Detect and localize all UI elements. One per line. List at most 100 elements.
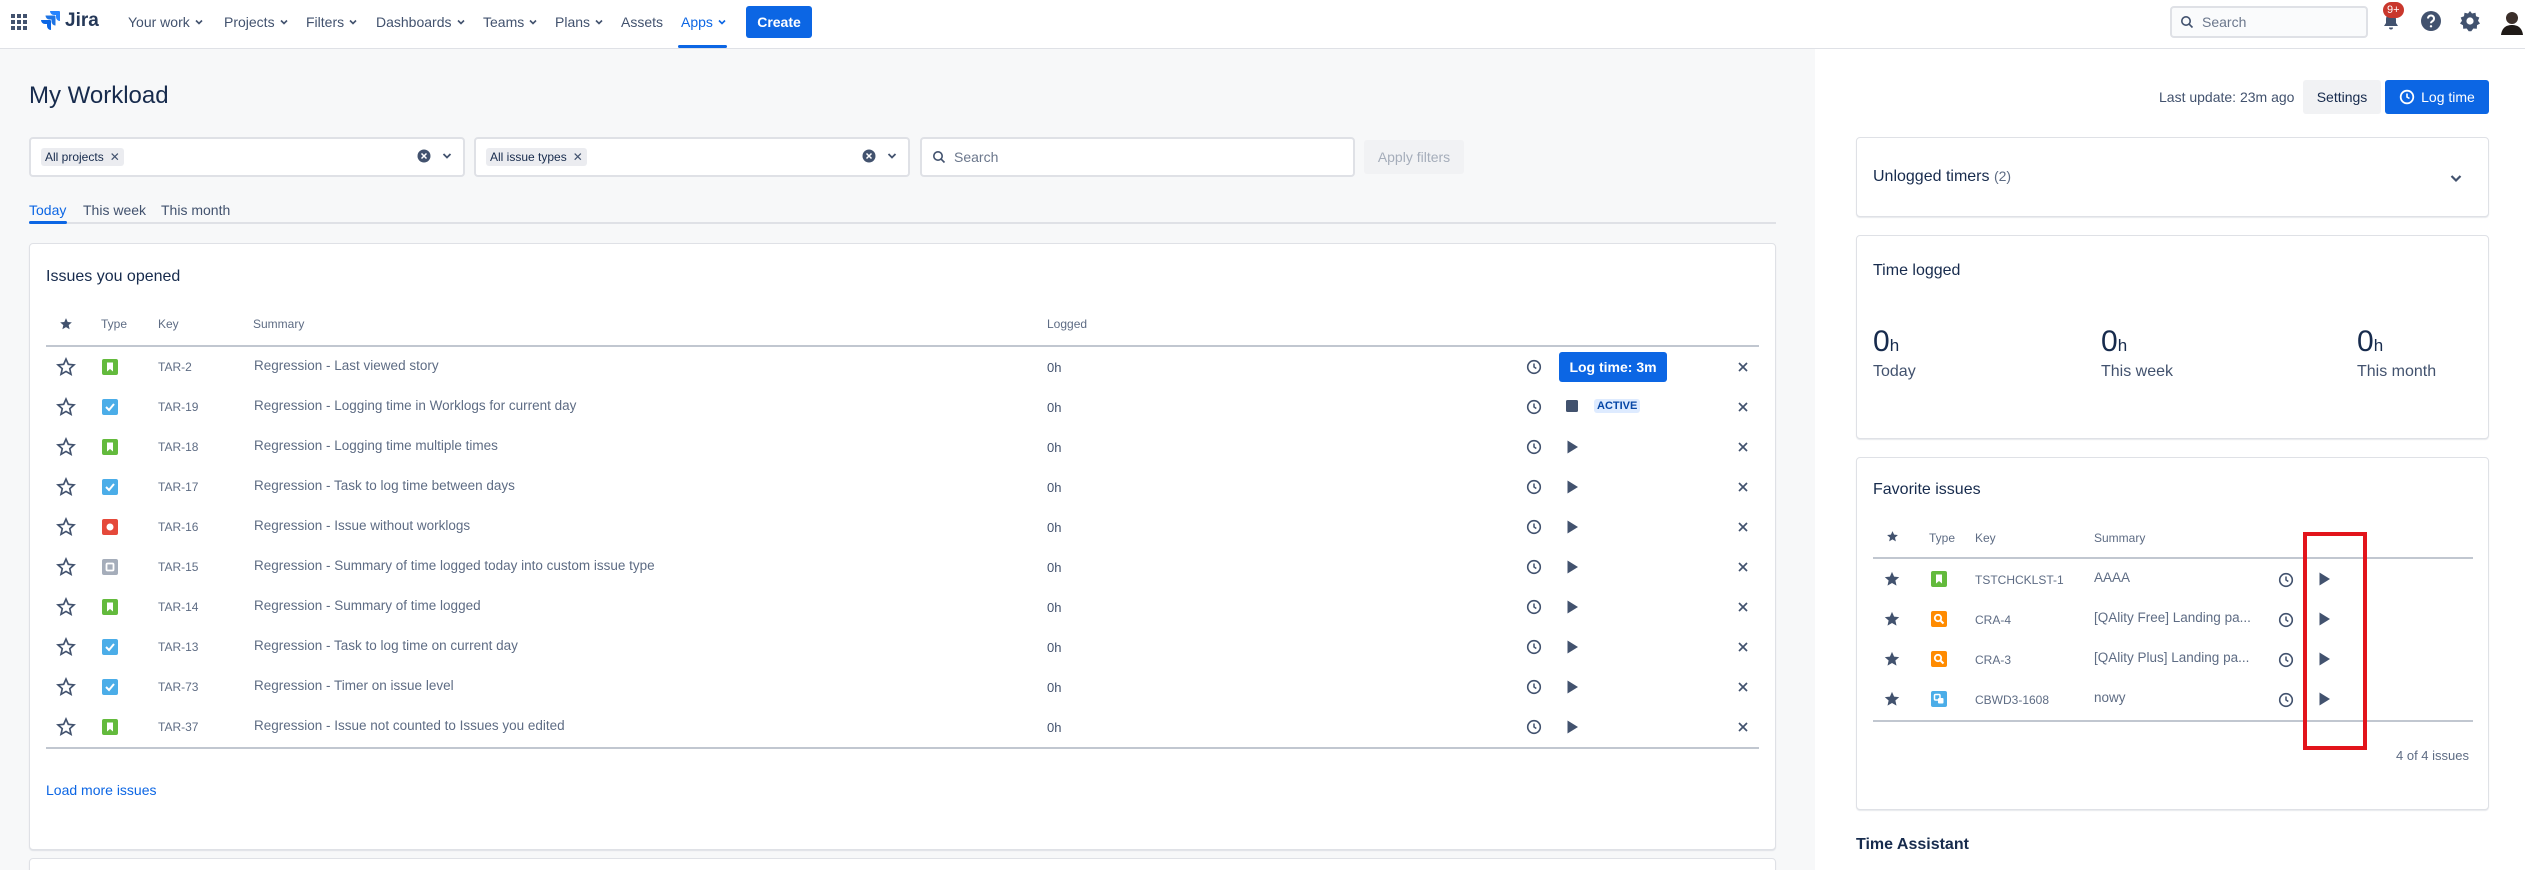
issue-summary[interactable]: Regression - Summary of time logged toda… — [254, 558, 655, 573]
remove-icon[interactable] — [1737, 441, 1749, 453]
issue-key[interactable]: CRA-3 — [1975, 653, 2011, 667]
global-search-input[interactable]: Search — [2170, 6, 2368, 38]
issue-key[interactable]: TAR-19 — [158, 400, 198, 414]
remove-icon[interactable] — [1737, 481, 1749, 493]
clock-icon[interactable] — [1526, 479, 1542, 495]
clock-icon[interactable] — [2278, 612, 2294, 628]
nav-dashboards[interactable]: Dashboards — [376, 0, 466, 44]
star-icon[interactable] — [56, 397, 76, 417]
tab-this-week[interactable]: This week — [83, 202, 146, 218]
log-time-button[interactable]: Log time — [2385, 80, 2489, 114]
issue-summary[interactable]: Regression - Task to log time between da… — [254, 478, 515, 493]
issue-summary[interactable]: Regression - Summary of time logged — [254, 598, 481, 613]
issue-summary[interactable]: AAAA — [2094, 570, 2130, 585]
play-timer-icon[interactable] — [1564, 599, 1580, 615]
avatar[interactable] — [2499, 9, 2525, 35]
issue-key[interactable]: TSTCHCKLST-1 — [1975, 573, 2064, 587]
project-filter-select[interactable]: All projects ✕ — [29, 137, 465, 177]
issue-key[interactable]: TAR-16 — [158, 520, 198, 534]
issue-key[interactable]: CRA-4 — [1975, 613, 2011, 627]
star-icon[interactable] — [1883, 650, 1901, 668]
jira-logo[interactable]: Jira — [40, 10, 99, 32]
settings-button[interactable]: Settings — [2303, 80, 2381, 114]
settings-gear-icon[interactable] — [2459, 10, 2481, 32]
apply-filters-button[interactable]: Apply filters — [1364, 140, 1464, 174]
play-timer-icon[interactable] — [1564, 559, 1580, 575]
nav-apps[interactable]: Apps — [681, 0, 727, 44]
star-icon[interactable] — [56, 597, 76, 617]
issue-summary[interactable]: Regression - Logging time in Worklogs fo… — [254, 398, 576, 413]
clock-icon[interactable] — [1526, 559, 1542, 575]
issue-key[interactable]: CBWD3-1608 — [1975, 693, 2049, 707]
star-icon[interactable] — [1883, 610, 1901, 628]
clock-icon[interactable] — [2278, 652, 2294, 668]
issue-key[interactable]: TAR-2 — [158, 360, 192, 374]
issue-summary[interactable]: Regression - Logging time multiple times — [254, 438, 498, 453]
load-more-issues-link[interactable]: Load more issues — [46, 782, 157, 798]
app-switcher-icon[interactable] — [10, 13, 28, 31]
play-timer-icon[interactable] — [1564, 679, 1580, 695]
issue-summary[interactable]: nowy — [2094, 690, 2126, 705]
clear-icon[interactable] — [417, 149, 431, 163]
play-timer-icon[interactable] — [1564, 479, 1580, 495]
issue-key[interactable]: TAR-13 — [158, 640, 198, 654]
clock-icon[interactable] — [1526, 679, 1542, 695]
clock-icon[interactable] — [1526, 399, 1542, 415]
remove-icon[interactable] — [1737, 721, 1749, 733]
star-icon[interactable] — [56, 677, 76, 697]
star-icon[interactable] — [56, 437, 76, 457]
play-timer-icon[interactable] — [1564, 439, 1580, 455]
star-icon[interactable] — [56, 357, 76, 377]
log-time-3m-button[interactable]: Log time: 3m — [1559, 352, 1667, 382]
play-timer-icon[interactable] — [1564, 639, 1580, 655]
issuetype-filter-select[interactable]: All issue types ✕ — [474, 137, 910, 177]
issue-key[interactable]: TAR-18 — [158, 440, 198, 454]
issue-summary[interactable]: Regression - Issue not counted to Issues… — [254, 718, 565, 733]
clock-icon[interactable] — [1526, 359, 1542, 375]
clock-icon[interactable] — [1526, 519, 1542, 535]
remove-icon[interactable] — [1737, 681, 1749, 693]
play-timer-icon[interactable] — [1564, 519, 1580, 535]
issue-key[interactable]: TAR-73 — [158, 680, 198, 694]
clock-icon[interactable] — [2278, 572, 2294, 588]
issue-key[interactable]: TAR-14 — [158, 600, 198, 614]
issue-summary[interactable]: Regression - Timer on issue level — [254, 678, 454, 693]
play-timer-icon[interactable] — [1564, 719, 1580, 735]
remove-icon[interactable] — [1737, 561, 1749, 573]
issue-key[interactable]: TAR-17 — [158, 480, 198, 494]
nav-assets[interactable]: Assets — [621, 0, 663, 44]
star-icon[interactable] — [1883, 690, 1901, 708]
issue-summary[interactable]: [QAlity Free] Landing pa... — [2094, 610, 2251, 625]
star-icon[interactable] — [56, 517, 76, 537]
clear-icon[interactable] — [862, 149, 876, 163]
tab-today[interactable]: Today — [29, 202, 66, 218]
star-icon[interactable] — [56, 717, 76, 737]
clock-icon[interactable] — [1526, 639, 1542, 655]
remove-icon[interactable] — [1737, 521, 1749, 533]
clock-icon[interactable] — [2278, 692, 2294, 708]
project-chip[interactable]: All projects ✕ — [41, 148, 124, 166]
issue-summary[interactable]: Regression - Task to log time on current… — [254, 638, 518, 653]
issue-key[interactable]: TAR-15 — [158, 560, 198, 574]
star-icon[interactable] — [1883, 570, 1901, 588]
issue-summary[interactable]: [QAlity Plus] Landing pa... — [2094, 650, 2249, 665]
star-icon[interactable] — [56, 557, 76, 577]
issue-summary[interactable]: Regression - Issue without worklogs — [254, 518, 470, 533]
chevron-down-icon[interactable] — [886, 150, 898, 162]
chip-remove-icon[interactable]: ✕ — [573, 150, 583, 164]
help-icon[interactable] — [2420, 10, 2442, 32]
nav-teams[interactable]: Teams — [483, 0, 538, 44]
issue-summary[interactable]: Regression - Last viewed story — [254, 358, 439, 373]
star-icon[interactable] — [56, 477, 76, 497]
create-button[interactable]: Create — [746, 6, 812, 38]
nav-plans[interactable]: Plans — [555, 0, 604, 44]
stop-timer-icon[interactable] — [1565, 399, 1579, 413]
clock-icon[interactable] — [1526, 599, 1542, 615]
remove-icon[interactable] — [1737, 601, 1749, 613]
nav-filters[interactable]: Filters — [306, 0, 358, 44]
tab-this-month[interactable]: This month — [161, 202, 230, 218]
issue-search-input[interactable]: Search — [920, 137, 1355, 177]
chip-remove-icon[interactable]: ✕ — [110, 150, 120, 164]
clock-icon[interactable] — [1526, 719, 1542, 735]
nav-your-work[interactable]: Your work — [128, 0, 204, 44]
